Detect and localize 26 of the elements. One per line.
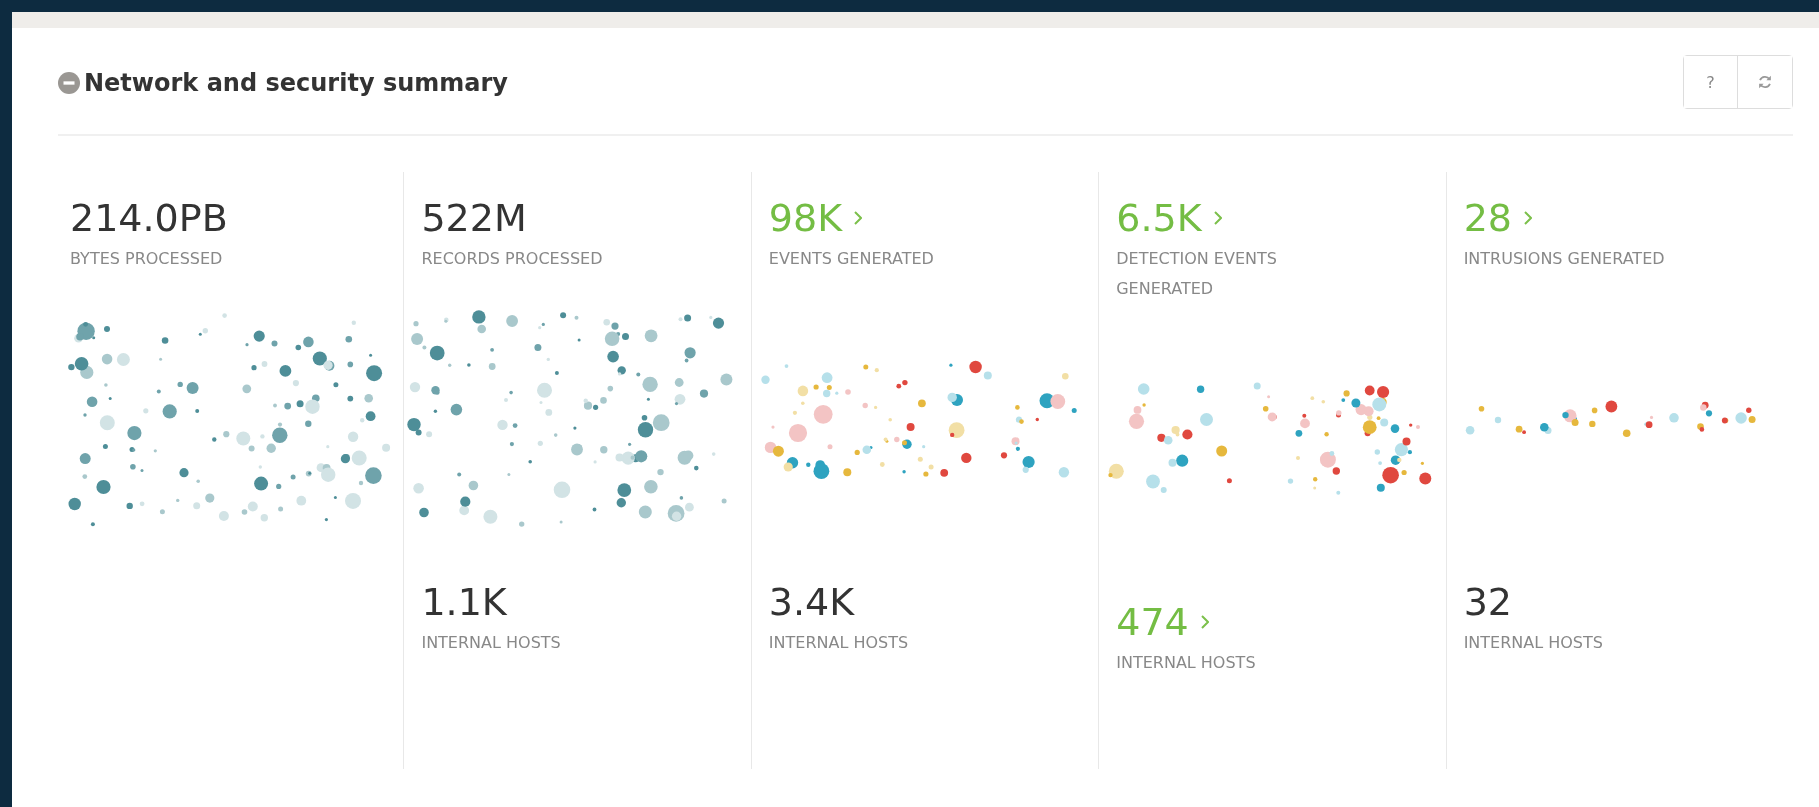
panel-title: Network and security summary — [84, 69, 508, 97]
metric-value: 1.1K — [421, 579, 507, 626]
metric-value: 522M — [421, 195, 527, 242]
metric-label: INTERNAL HOSTS — [1463, 632, 1603, 654]
refresh-icon — [1756, 73, 1774, 91]
chevron-icon — [1213, 211, 1222, 225]
chevron-icon — [854, 211, 863, 225]
metric-label: RECORDS PROCESSED — [421, 248, 603, 270]
chevron-icon — [1200, 615, 1209, 629]
metric-label: INTRUSIONS GENERATED — [1463, 248, 1665, 270]
metric-label: INTERNAL HOSTS — [1116, 652, 1256, 674]
metric-link[interactable]: 474 — [1116, 596, 1209, 648]
metric-label: EVENTS GENERATED — [768, 248, 934, 270]
metric-link[interactable]: 98K — [768, 192, 863, 244]
collapse-icon[interactable] — [58, 72, 80, 94]
chevron-icon — [1524, 211, 1532, 225]
metric-label: DETECTION EVENTS GENERATED — [1116, 248, 1278, 300]
metric-link[interactable]: 28 — [1463, 192, 1532, 244]
metric-link[interactable]: 6.5K — [1116, 192, 1222, 244]
metric-label: INTERNAL HOSTS — [421, 632, 561, 654]
metric-value: 32 — [1463, 579, 1512, 626]
metric-value: 3.4K — [768, 579, 855, 626]
metric-value: 214.0PB — [70, 195, 228, 242]
metric-label: INTERNAL HOSTS — [768, 632, 909, 654]
metric-label: BYTES PROCESSED — [70, 248, 223, 270]
help-button[interactable]: ? — [1684, 56, 1738, 108]
